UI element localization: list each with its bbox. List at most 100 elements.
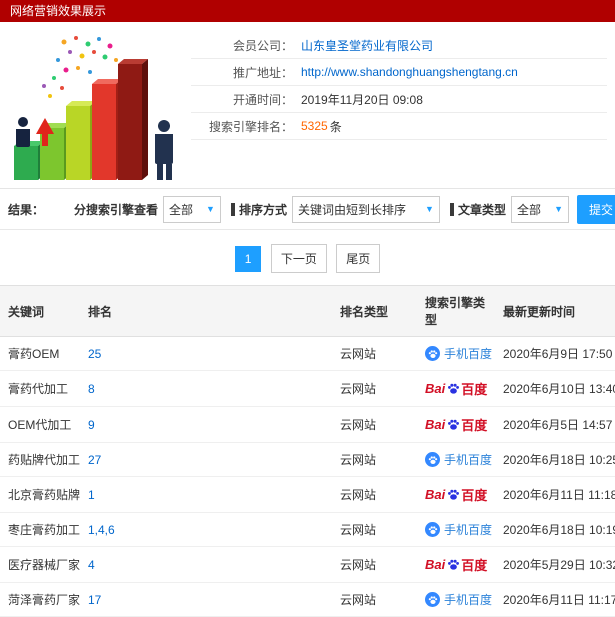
engine-label: 手机百度: [444, 523, 493, 537]
engine-label: 百度: [461, 418, 488, 433]
updated-cell: 2020年6月11日 11:18: [495, 476, 615, 513]
right-businessman-figure: [155, 120, 173, 180]
baidu-pc-logo: Bai 百度: [425, 485, 487, 504]
rank-link[interactable]: 17: [88, 593, 101, 607]
rank-cell: 1,4,6: [80, 512, 332, 547]
promo-url-label: 推广地址：: [232, 65, 293, 80]
baidu-paw-icon: [447, 558, 460, 571]
table-row: 膏药OEM 25 云网站 手机百度 2020年6月9日 17:50: [0, 336, 615, 371]
filter-bar: 结果： 分搜索引擎查看 全部 ▼ 排序方式 关键词由短到长排序 ▼ 文章类型 全…: [0, 188, 615, 230]
baidu-mobile-logo: 手机百度: [425, 591, 492, 608]
results-table: 关键词 排名 排名类型 搜索引擎类型 最新更新时间 膏药OEM 25 云网站 手机百度…: [0, 285, 615, 617]
rank-cell: 17: [80, 582, 332, 617]
engine-label: 百度: [461, 382, 488, 397]
baidu-pc-logo: Bai 百度: [425, 379, 487, 398]
sort-filter-label: 排序方式: [238, 202, 287, 217]
baidu-pc-logo: Bai 百度: [425, 555, 487, 574]
engine-cell: Bai 百度: [417, 476, 495, 513]
filter-separator: [230, 202, 235, 216]
engine-filter-value: 全部: [168, 202, 193, 217]
updated-cell: 2020年6月9日 17:50: [495, 336, 615, 371]
page-banner: 网络营销效果展示: [0, 0, 615, 22]
updated-cell: 2020年6月10日 13:40: [495, 370, 615, 407]
sort-filter-value: 关键词由短到长排序: [297, 202, 406, 217]
rank-type-cell: 云网站: [332, 336, 417, 371]
baidu-paw-icon: [425, 452, 440, 467]
rank-link[interactable]: 1: [88, 488, 95, 502]
engine-label-latin: Bai: [425, 381, 446, 396]
page-last[interactable]: 尾页: [336, 244, 381, 273]
engine-cell: Bai 百度: [417, 406, 495, 443]
company-label: 会员公司：: [232, 38, 293, 53]
updated-cell: 2020年6月18日 10:19: [495, 512, 615, 547]
rank-type-cell: 云网站: [332, 582, 417, 617]
baidu-paw-icon: [425, 522, 440, 537]
baidu-paw-icon: [447, 418, 460, 431]
promo-url-link[interactable]: http://www.shandonghuangshengtang.cn: [301, 65, 518, 79]
rank-cell: 1: [80, 476, 332, 513]
rank-type-cell: 云网站: [332, 512, 417, 547]
keyword-cell: 药贴牌代加工: [0, 442, 80, 477]
company-name-link[interactable]: 山东皇圣堂药业有限公司: [301, 37, 433, 54]
rank-type-cell: 云网站: [332, 406, 417, 443]
rank-type-cell: 云网站: [332, 370, 417, 407]
engine-label-latin: Bai: [425, 417, 446, 432]
marketing-illustration: [6, 30, 191, 182]
submit-button[interactable]: 提交: [576, 194, 615, 224]
rank-count-value: 5325: [301, 119, 328, 133]
engine-label: 百度: [461, 558, 488, 573]
engine-cell: Bai 百度: [417, 370, 495, 407]
result-label: 结果：: [8, 202, 45, 217]
header-updated: 最新更新时间: [495, 285, 615, 337]
info-row-url: 推广地址： http://www.shandonghuangshengtang.…: [191, 59, 607, 86]
page-title: 网络营销效果展示: [10, 4, 107, 18]
engine-label-latin: Bai: [425, 557, 446, 572]
keyword-cell: 膏药OEM: [0, 336, 80, 371]
keyword-cell: 北京膏药贴牌: [0, 476, 80, 513]
baidu-paw-icon: [447, 382, 460, 395]
header-rank: 排名: [80, 285, 332, 337]
engine-cell: Bai 百度: [417, 546, 495, 583]
rank-link[interactable]: 27: [88, 453, 101, 467]
open-time-value: 2019年11月20日 09:08: [301, 92, 423, 107]
rank-link[interactable]: 8: [88, 382, 95, 396]
page-current[interactable]: 1: [234, 246, 262, 272]
engine-label: 百度: [461, 488, 488, 503]
keyword-cell: OEM代加工: [0, 406, 80, 443]
filter-controls: 分搜索引擎查看 全部 ▼ 排序方式 关键词由短到长排序 ▼ 文章类型 全部 ▼ …: [70, 194, 615, 224]
baidu-mobile-logo: 手机百度: [425, 521, 492, 538]
engine-filter-select[interactable]: 全部 ▼: [162, 195, 221, 223]
table-row: 北京膏药贴牌 1 云网站 Bai 百度 2020年6月11日 11:18: [0, 476, 615, 513]
updated-cell: 2020年6月5日 14:57: [495, 406, 615, 443]
table-row: 药贴牌代加工 27 云网站 手机百度 2020年6月18日 10:25: [0, 442, 615, 477]
article-type-select[interactable]: 全部 ▼: [510, 195, 569, 223]
rank-type-cell: 云网站: [332, 442, 417, 477]
header-rank-type: 排名类型: [332, 285, 417, 337]
info-section: 会员公司： 山东皇圣堂药业有限公司 推广地址： http://www.shand…: [0, 22, 615, 188]
updated-cell: 2020年6月18日 10:25: [495, 442, 615, 477]
results-table-body: 膏药OEM 25 云网站 手机百度 2020年6月9日 17:50 膏药代加工 8 云网站 Ba…: [0, 336, 615, 617]
header-engine-type: 搜索引擎类型: [417, 285, 495, 337]
rank-link[interactable]: 4: [88, 558, 95, 572]
engine-label: 手机百度: [444, 453, 493, 467]
rank-link[interactable]: 9: [88, 418, 95, 432]
baidu-mobile-logo: 手机百度: [425, 451, 492, 468]
baidu-paw-icon: [425, 346, 440, 361]
engine-cell: 手机百度: [417, 442, 495, 477]
page-next[interactable]: 下一页: [270, 244, 327, 273]
rank-link[interactable]: 1,4,6: [88, 523, 115, 537]
engine-cell: 手机百度: [417, 512, 495, 547]
bar-chart-illustration-svg: [14, 36, 173, 180]
table-row: 医疗器械厂家 4 云网站 Bai 百度 2020年5月29日 10:32: [0, 546, 615, 583]
engine-label: 手机百度: [444, 593, 493, 607]
info-row-rank-count: 搜索引擎排名： 5325 条: [191, 113, 607, 140]
rank-count-suffix: 条: [329, 119, 342, 134]
engine-filter-label: 分搜索引擎查看: [73, 202, 158, 217]
rank-link[interactable]: 25: [88, 347, 101, 361]
engine-cell: 手机百度: [417, 336, 495, 371]
rank-cell: 9: [80, 406, 332, 443]
table-row: 菏泽膏药厂家 17 云网站 手机百度 2020年6月11日 11:17: [0, 582, 615, 617]
table-row: 膏药代加工 8 云网站 Bai 百度 2020年6月10日 13:40: [0, 370, 615, 407]
sort-filter-select[interactable]: 关键词由短到长排序 ▼: [291, 195, 440, 223]
chart-bars: [14, 59, 148, 180]
